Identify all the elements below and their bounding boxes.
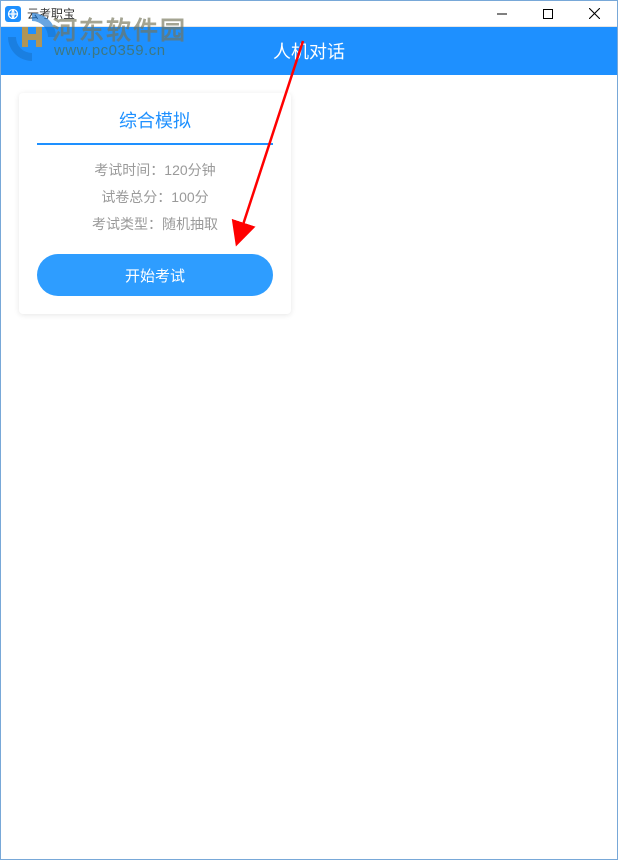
window-controls [479,1,617,26]
exam-type-label: 考试类型：随机抽取 [37,211,273,238]
app-window: 云考职宝 人机对话 综合模拟 考试时间：120分钟 试卷总分：100分 考试类型… [0,0,618,860]
close-button[interactable] [571,1,617,26]
card-title: 综合模拟 [37,107,273,145]
exam-time-label: 考试时间：120分钟 [37,157,273,184]
total-score-label: 试卷总分：100分 [37,184,273,211]
main-content: 综合模拟 考试时间：120分钟 试卷总分：100分 考试类型：随机抽取 开始考试 [1,75,617,859]
page-title: 人机对话 [273,38,345,64]
maximize-button[interactable] [525,1,571,26]
minimize-button[interactable] [479,1,525,26]
exam-card: 综合模拟 考试时间：120分钟 试卷总分：100分 考试类型：随机抽取 开始考试 [19,93,291,314]
page-header: 人机对话 [1,27,617,75]
titlebar: 云考职宝 [1,1,617,27]
window-title: 云考职宝 [27,5,479,22]
app-icon [5,6,21,22]
start-exam-button[interactable]: 开始考试 [37,254,273,296]
